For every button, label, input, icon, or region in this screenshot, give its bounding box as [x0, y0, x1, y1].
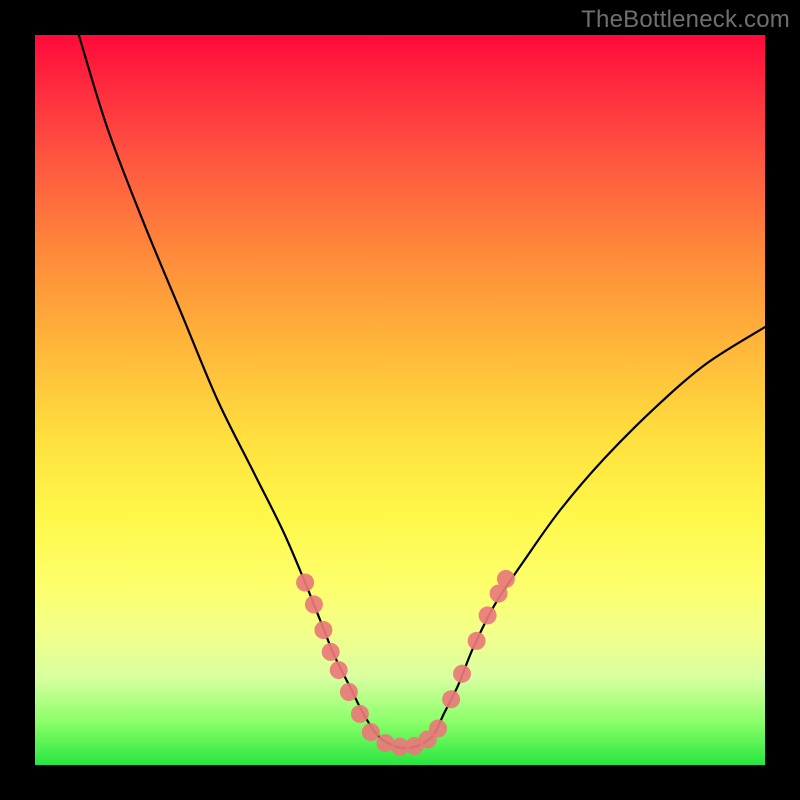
- watermark-text: TheBottleneck.com: [581, 6, 790, 34]
- right-dot-6: [497, 570, 515, 588]
- left-dot-5: [330, 661, 348, 679]
- left-dot-4: [322, 643, 340, 661]
- right-dot-2: [453, 665, 471, 683]
- bottom-dot-1: [362, 723, 380, 741]
- bottom-dot-6: [429, 720, 447, 738]
- right-dot-1: [442, 690, 460, 708]
- plot-area: [35, 35, 765, 765]
- left-dot-1: [296, 574, 314, 592]
- chart-svg: [35, 35, 765, 765]
- left-dot-6: [340, 683, 358, 701]
- left-dot-2: [305, 595, 323, 613]
- right-dot-4: [479, 606, 497, 624]
- right-dot-3: [468, 632, 486, 650]
- bottleneck-curve: [79, 35, 765, 748]
- left-dot-7: [351, 705, 369, 723]
- left-dot-3: [314, 621, 332, 639]
- chart-frame: TheBottleneck.com: [0, 0, 800, 800]
